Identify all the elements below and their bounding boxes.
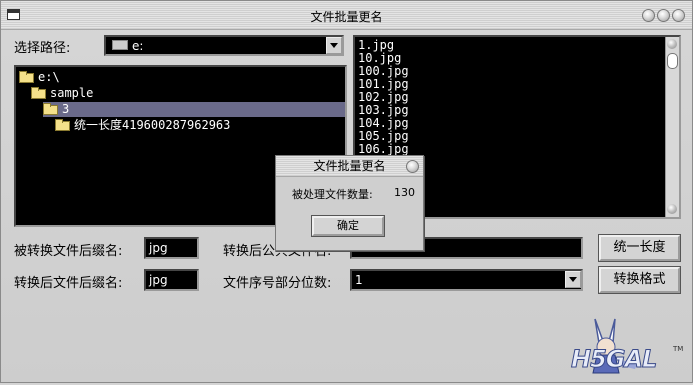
h5gal-logo: H5GAL TM (567, 315, 687, 381)
folder-icon (19, 70, 34, 83)
tree-node-label: sample (50, 86, 94, 100)
unify-length-button[interactable]: 统一长度 (599, 235, 680, 261)
window-title: 文件批量更名 (310, 10, 383, 24)
minimize-button[interactable] (642, 9, 655, 22)
drive-select[interactable]: e: (104, 35, 344, 56)
title-bar: 文件批量更名 (1, 1, 692, 30)
ok-button[interactable]: 确定 (312, 216, 384, 236)
source-ext-input[interactable]: jpg (144, 237, 199, 259)
scroll-down-icon[interactable] (667, 204, 677, 214)
drive-icon (112, 40, 128, 50)
dialog-close-button[interactable] (406, 160, 419, 173)
convert-format-button[interactable]: 转换格式 (599, 267, 680, 293)
dialog-title: 文件批量更名 (276, 156, 423, 177)
dialog-message: 被处理文件数量: (292, 188, 373, 201)
digits-value: 1 (355, 273, 363, 287)
result-dialog: 文件批量更名 被处理文件数量: 130 确定 (275, 155, 424, 251)
tree-node-label: 3 (62, 102, 70, 116)
tree-node[interactable]: sample (31, 86, 93, 101)
path-label: 选择路径: (14, 41, 71, 56)
drive-value: e: (132, 39, 144, 53)
logo-text: H5GAL (570, 345, 657, 374)
main-window: 文件批量更名 选择路径: e: e:\ sample 3 统一长度4196002879… (0, 0, 693, 383)
folder-icon (55, 118, 70, 131)
logo-tm: TM (673, 345, 684, 353)
scroll-thumb[interactable] (667, 53, 678, 69)
chevron-down-icon[interactable] (565, 271, 581, 288)
chevron-down-icon[interactable] (326, 37, 342, 54)
close-button[interactable] (672, 9, 685, 22)
target-ext-label: 转换后文件后缀名: (14, 276, 123, 291)
tree-node[interactable]: 3 (43, 102, 345, 117)
folder-icon (31, 86, 46, 99)
tree-node-label: 统一长度419600287962963 (74, 118, 231, 132)
dialog-count: 130 (394, 186, 415, 199)
tree-node[interactable]: 统一长度419600287962963 (55, 118, 230, 133)
maximize-button[interactable] (657, 9, 670, 22)
digits-label: 文件序号部分位数: (223, 276, 332, 291)
digits-select[interactable]: 1 (350, 269, 583, 291)
file-list-scrollbar[interactable] (665, 37, 679, 217)
source-ext-label: 被转换文件后缀名: (14, 244, 123, 259)
tree-node[interactable]: e:\ (19, 70, 60, 85)
folder-icon (43, 102, 58, 115)
scroll-up-icon[interactable] (667, 39, 677, 49)
target-ext-input[interactable]: jpg (144, 269, 199, 291)
tree-node-label: e:\ (38, 70, 60, 84)
